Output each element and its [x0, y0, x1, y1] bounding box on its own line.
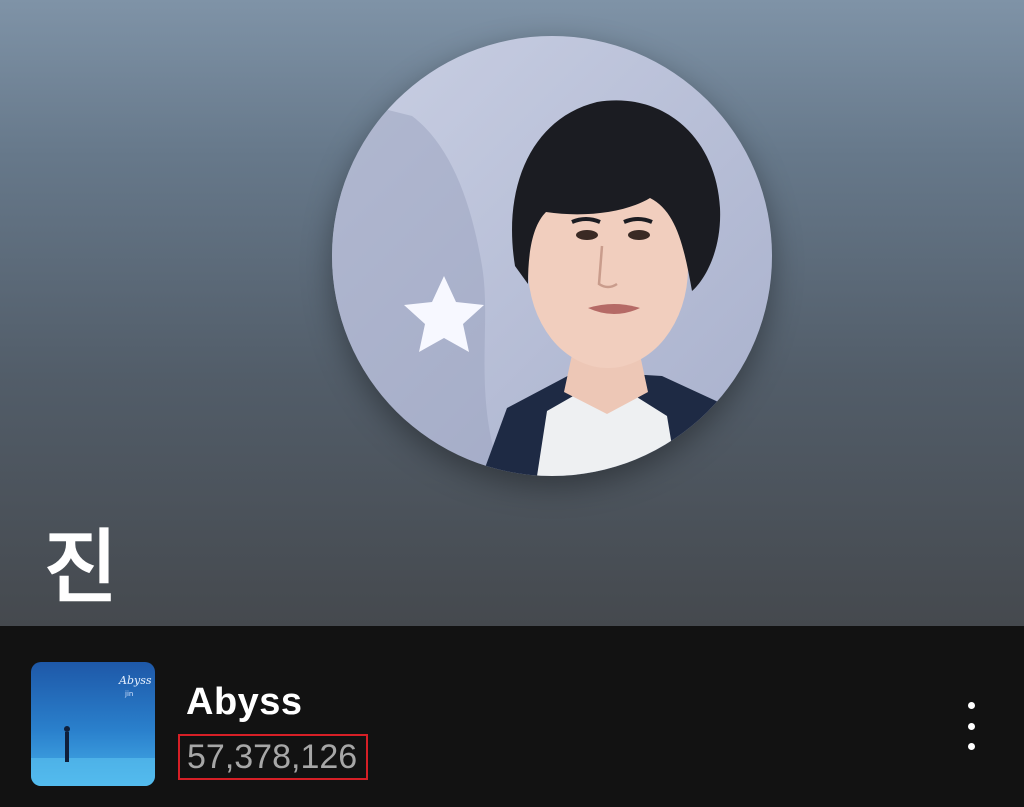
- album-cover-icon: Abyss jin: [31, 662, 155, 786]
- artist-avatar: [332, 36, 772, 476]
- artist-header: 진: [0, 0, 1024, 626]
- more-vertical-icon: [967, 722, 975, 730]
- track-row[interactable]: Abyss jin Abyss 57,378,126: [0, 626, 1024, 807]
- play-count: 57,378,126: [178, 734, 368, 780]
- more-vertical-icon: [967, 743, 975, 750]
- more-options-button[interactable]: [955, 696, 987, 756]
- album-cover: Abyss jin: [31, 662, 155, 786]
- track-title[interactable]: Abyss: [186, 681, 303, 724]
- artist-name: 진: [44, 521, 118, 614]
- artist-photo-icon: [332, 36, 772, 476]
- more-vertical-icon: [967, 702, 975, 709]
- cover-title: Abyss: [118, 674, 152, 687]
- cover-artist: jin: [124, 690, 133, 698]
